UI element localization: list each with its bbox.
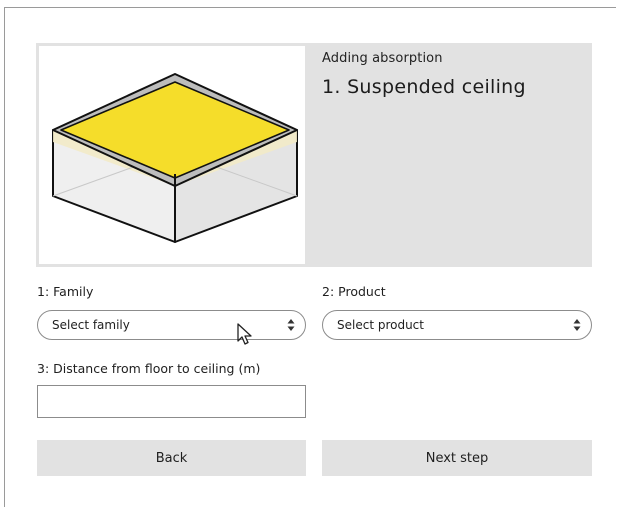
back-button[interactable]: Back <box>37 440 306 476</box>
step-header-panel: Adding absorption 1. Suspended ceiling <box>36 43 592 267</box>
suspended-ceiling-illustration <box>52 73 298 243</box>
step-eyebrow: Adding absorption <box>322 51 443 66</box>
product-select-value: Select product <box>337 318 424 332</box>
family-label: 1: Family <box>37 284 94 299</box>
distance-label: 3: Distance from floor to ceiling (m) <box>37 361 261 376</box>
distance-input[interactable] <box>37 385 306 418</box>
family-select[interactable]: Select family <box>37 310 306 340</box>
illustration-card <box>39 46 305 264</box>
select-arrows-icon <box>287 319 295 331</box>
step-title: 1. Suspended ceiling <box>322 76 526 98</box>
product-label: 2: Product <box>322 284 386 299</box>
select-arrows-icon <box>573 319 581 331</box>
family-select-value: Select family <box>52 318 130 332</box>
product-select[interactable]: Select product <box>322 310 592 340</box>
next-step-button[interactable]: Next step <box>322 440 592 476</box>
mouse-pointer-icon <box>237 323 252 345</box>
